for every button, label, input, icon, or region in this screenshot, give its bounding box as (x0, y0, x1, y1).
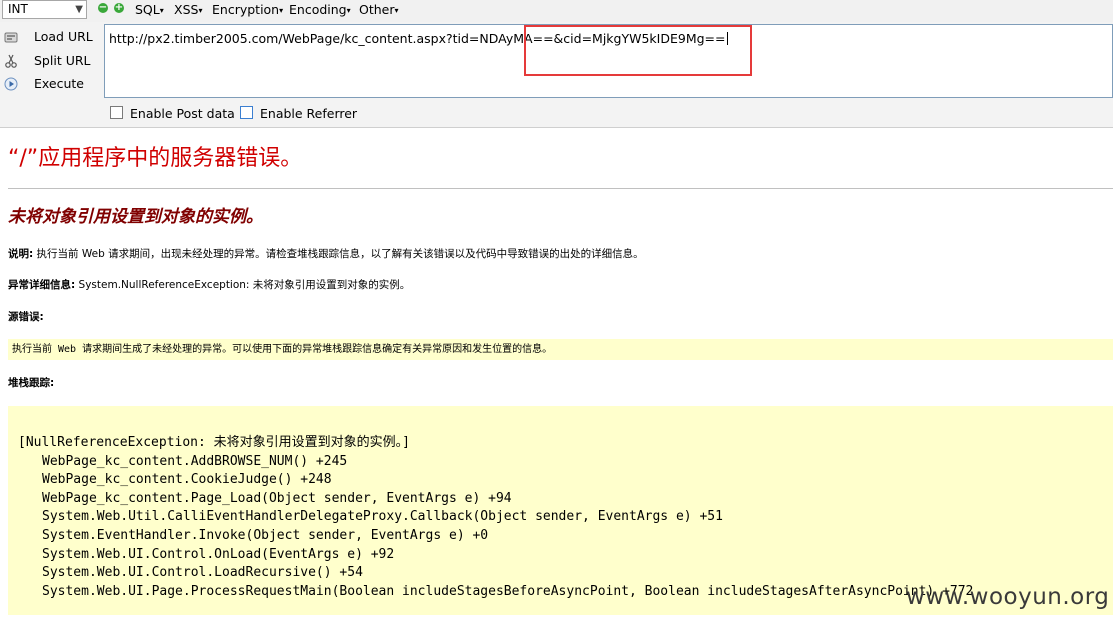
plus-icon[interactable]: + (114, 3, 124, 13)
watermark: www.wooyun.org (906, 584, 1110, 610)
enable-referrer-checkbox[interactable]: Enable Referrer (240, 106, 357, 122)
menu-sql[interactable]: SQL▾ (135, 2, 164, 19)
stack-trace-heading: 堆栈跟踪: (8, 376, 54, 390)
split-url-label: Split URL (34, 53, 91, 68)
minus-icon[interactable]: − (98, 3, 108, 13)
highlight-annotation (524, 25, 752, 76)
stack-line: System.EventHandler.Invoke(Object sender… (42, 527, 489, 543)
caret-down-icon: ▾ (394, 6, 399, 15)
menu-encryption[interactable]: Encryption▾ (212, 2, 283, 19)
stack-line: System.Web.UI.Control.OnLoad(EventArgs e… (42, 546, 395, 562)
execute-button[interactable]: Execute (0, 73, 98, 95)
source-error-text: 执行当前 Web 请求期间生成了未经处理的异常。可以使用下面的异常堆栈跟踪信息确… (12, 344, 553, 355)
description-label: 说明: (8, 248, 34, 260)
description-body: 执行当前 Web 请求期间，出现未经处理的异常。请检查堆栈跟踪信息，以了解有关该… (33, 248, 644, 260)
stack-line: System.Web.Util.CalliEventHandlerDelegat… (42, 509, 723, 525)
menu-encoding-label: Encoding (289, 2, 347, 17)
description-text: 说明: 执行当前 Web 请求期间，出现未经处理的异常。请检查堆栈跟踪信息，以了… (8, 247, 644, 261)
error-subtitle: 未将对象引用设置到对象的实例。 (8, 207, 263, 227)
stack-trace-label: 堆栈跟踪: (8, 377, 55, 389)
source-error-label: 源错误: (8, 311, 44, 323)
menu-encoding[interactable]: Encoding▾ (289, 2, 351, 19)
source-error-box: 执行当前 Web 请求期间生成了未经处理的异常。可以使用下面的异常堆栈跟踪信息确… (8, 339, 1113, 360)
enable-referrer-label: Enable Referrer (260, 106, 358, 121)
menu-xss-label: XSS (174, 2, 199, 17)
enable-post-label: Enable Post data (130, 106, 235, 121)
type-select-value: INT (8, 2, 28, 16)
caret-down-icon: ▾ (279, 6, 284, 15)
exception-detail-body: System.NullReferenceException: 未将对象引用设置到… (75, 279, 411, 291)
caret-down-icon: ▾ (159, 6, 164, 15)
split-url-button[interactable]: Split URL (0, 50, 98, 72)
menu-encryption-label: Encryption (212, 2, 280, 17)
exception-detail-text: 异常详细信息: System.NullReferenceException: 未… (8, 278, 410, 292)
caret-down-icon: ▾ (346, 6, 351, 15)
menu-xss[interactable]: XSS▾ (174, 2, 202, 19)
enable-post-checkbox[interactable]: Enable Post data (110, 106, 235, 122)
menu-other-label: Other (359, 2, 395, 17)
exception-detail-label: 异常详细信息: (8, 279, 76, 291)
load-url-button[interactable]: Load URL (0, 26, 98, 48)
divider (8, 188, 1113, 189)
stack-header: [NullReferenceException: 未将对象引用设置到对象的实例。… (18, 435, 410, 450)
type-select[interactable]: INT ▼ (2, 0, 87, 19)
page-title: “/”应用程序中的服务器错误。 (8, 146, 303, 171)
stack-line: WebPage_kc_content.CookieJudge() +248 (42, 472, 332, 488)
play-icon (4, 77, 18, 91)
menu-sql-label: SQL (135, 2, 160, 17)
load-url-label: Load URL (34, 29, 93, 44)
source-error-heading: 源错误: (8, 310, 44, 324)
menu-other[interactable]: Other▾ (359, 2, 399, 19)
load-url-icon (4, 32, 18, 43)
caret-down-icon: ▾ (198, 6, 203, 15)
stack-line: System.Web.UI.Control.LoadRecursive() +5… (42, 565, 363, 581)
hackbar-toolbar: INT ▼ − + SQL▾ XSS▾ Encryption▾ Encoding… (0, 0, 1113, 23)
stack-line: WebPage_kc_content.Page_Load(Object send… (42, 490, 512, 506)
checkbox-icon (240, 106, 253, 119)
checkbox-icon (110, 106, 123, 119)
stack-line: WebPage_kc_content.AddBROWSE_NUM() +245 (42, 453, 348, 469)
chevron-down-icon: ▼ (75, 4, 83, 15)
execute-label: Execute (34, 76, 84, 91)
scissors-icon (5, 54, 17, 68)
